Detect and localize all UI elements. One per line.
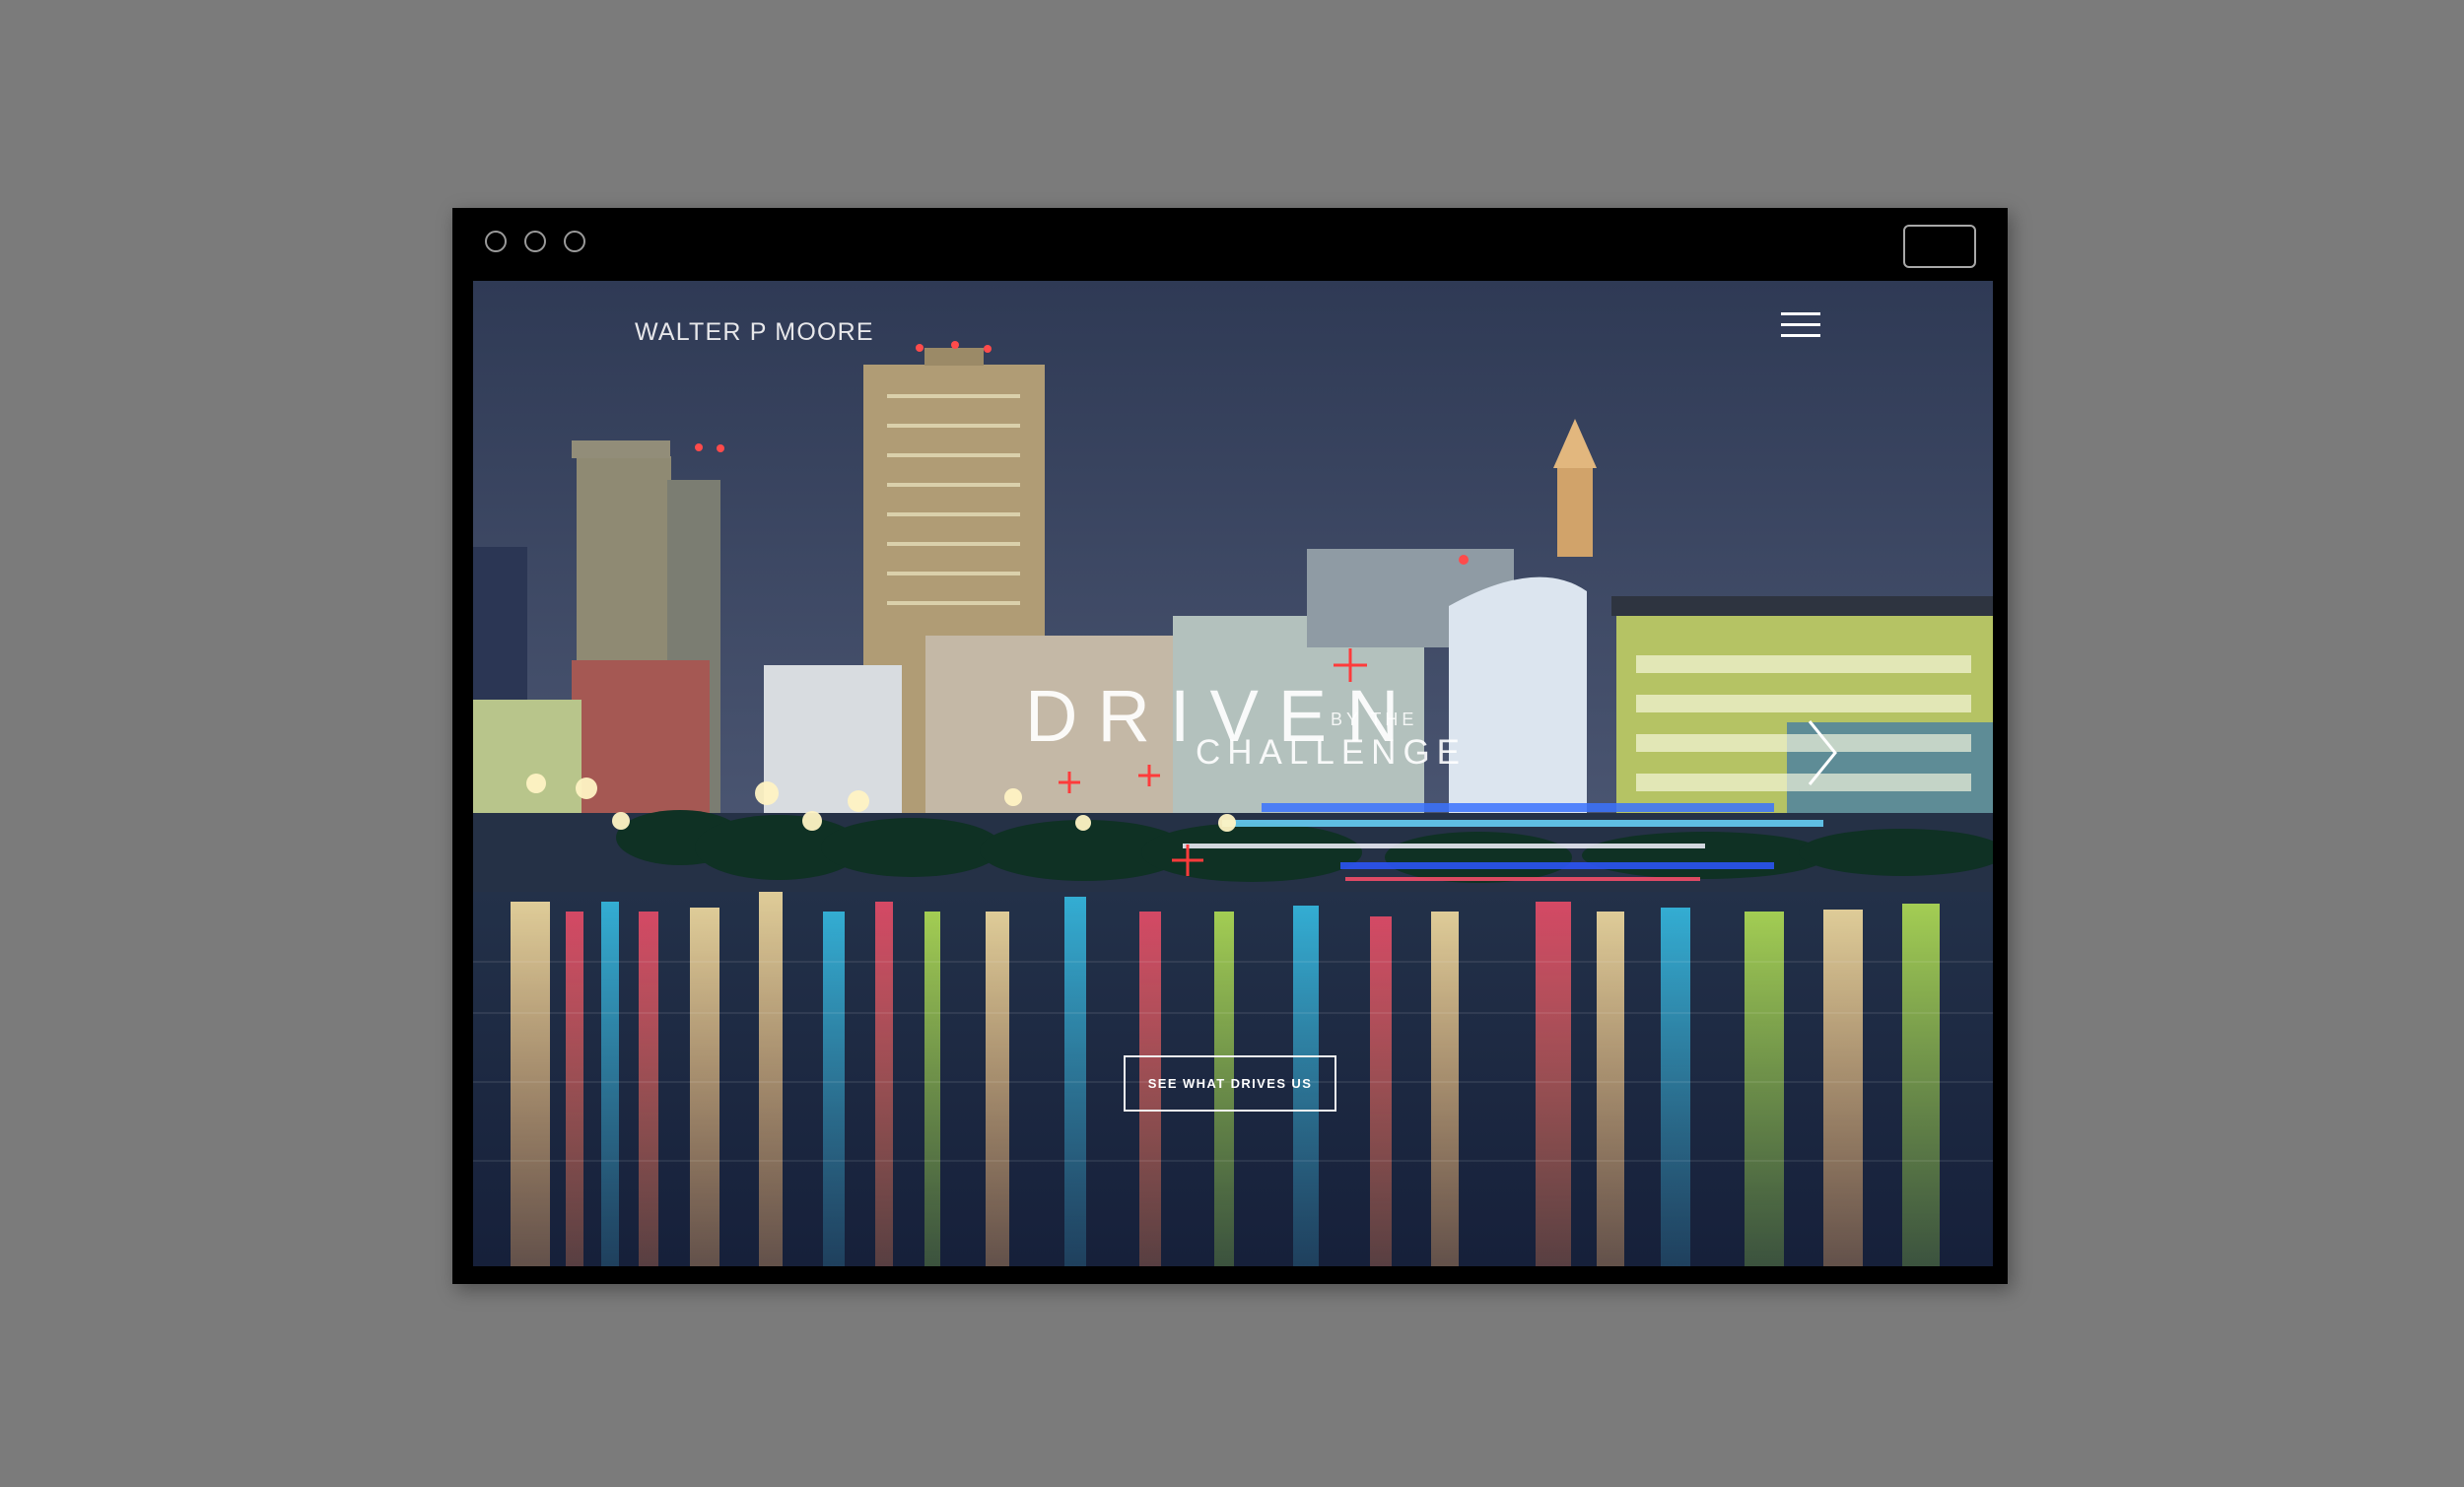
window-controls bbox=[485, 231, 585, 252]
website-viewport: WALTER P MOORE DRIVEN BY THE CHALLENGE S… bbox=[473, 281, 1993, 1266]
hero-title-small: BY THE bbox=[1331, 710, 1418, 729]
browser-window: WALTER P MOORE DRIVEN BY THE CHALLENGE S… bbox=[452, 208, 2008, 1284]
maximize-window-icon[interactable] bbox=[564, 231, 585, 252]
menu-line bbox=[1781, 323, 1820, 326]
close-window-icon[interactable] bbox=[485, 231, 507, 252]
hero-title-sub: CHALLENGE bbox=[1196, 733, 1468, 772]
minimize-window-icon[interactable] bbox=[524, 231, 546, 252]
site-logo[interactable]: WALTER P MOORE bbox=[635, 318, 874, 347]
see-what-drives-us-button[interactable]: SEE WHAT DRIVES US bbox=[1124, 1055, 1336, 1112]
menu-line bbox=[1781, 334, 1820, 337]
menu-line bbox=[1781, 312, 1820, 315]
hero-cityscape-image bbox=[473, 281, 1993, 1266]
hamburger-menu-icon[interactable] bbox=[1781, 310, 1820, 342]
window-tab-icon[interactable] bbox=[1903, 225, 1976, 268]
chevron-right-icon[interactable] bbox=[1806, 717, 1841, 788]
